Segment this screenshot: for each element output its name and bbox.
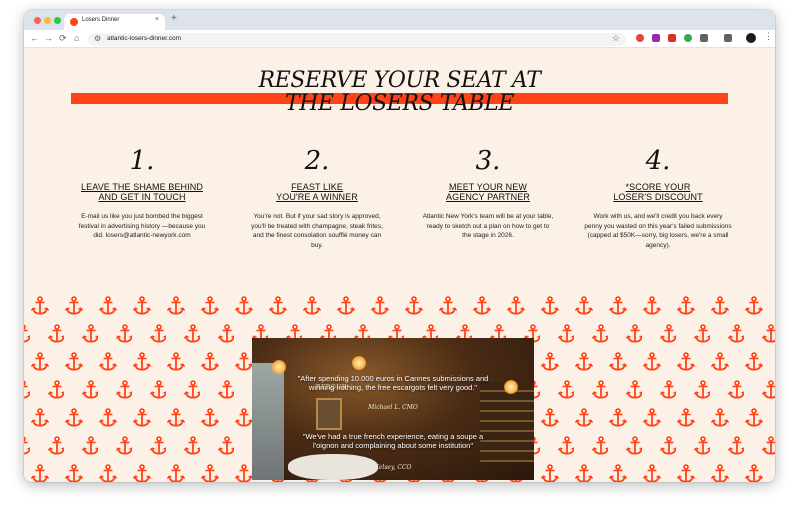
maximize-window-button[interactable]	[54, 17, 61, 24]
browser-tab[interactable]: Losers Dinner ×	[64, 14, 165, 30]
restaurant-photo: REBOUR "After spending 10.000 euros in C…	[252, 338, 534, 480]
step-heading-line1: FEAST LIKE	[291, 182, 343, 192]
step-heading-line2: AND GET IN TOUCH	[98, 192, 186, 202]
step-heading-line2: YOU'RE A WINNER	[276, 192, 358, 202]
photo-lamp	[352, 356, 366, 370]
step-heading[interactable]: *SCORE YOUR LOSER'S DISCOUNT	[578, 182, 738, 202]
step-heading-line1: *SCORE YOUR	[625, 182, 691, 192]
testimonial-quote-1: "After spending 10.000 euros in Cannes s…	[297, 374, 489, 392]
photo-mirror	[316, 398, 342, 430]
step-4: 4. *SCORE YOUR LOSER'S DISCOUNT Work wit…	[578, 147, 738, 250]
step-heading[interactable]: FEAST LIKE YOU'RE A WINNER	[237, 182, 397, 202]
address-bar[interactable]: ⚙ atlantic-losers-dinner.com ☆	[88, 33, 626, 46]
step-body: Atlantic New York's team will be at your…	[422, 213, 554, 239]
hero-title-line1: RESERVE YOUR SEAT AT	[258, 68, 541, 93]
favicon-icon	[70, 18, 78, 26]
step-number: 3.	[475, 146, 501, 176]
extension-red-icon[interactable]	[636, 34, 644, 42]
step-2: 2. FEAST LIKE YOU'RE A WINNER You're not…	[237, 147, 397, 250]
testimonial-signature-2: Kelsey, CCO	[374, 464, 412, 471]
extension-pdf-icon[interactable]	[668, 34, 676, 42]
hero-title-line2: THE LOSERS TABLE	[284, 91, 515, 116]
step-body: E-mail us like you just bombed the bigge…	[78, 213, 206, 239]
url-text: atlantic-losers-dinner.com	[107, 35, 182, 42]
hero-title: RESERVE YOUR SEAT AT THE LOSERS TABLE	[24, 69, 775, 115]
back-icon[interactable]: ←	[30, 33, 39, 44]
step-1: 1. LEAVE THE SHAME BEHIND AND GET IN TOU…	[62, 147, 222, 241]
extension-purple-icon[interactable]	[652, 34, 660, 42]
step-heading-line1: LEAVE THE SHAME BEHIND	[81, 182, 203, 192]
page-content: RESERVE YOUR SEAT AT THE LOSERS TABLE 1.…	[24, 48, 775, 482]
step-heading[interactable]: MEET YOUR NEW AGENCY PARTNER	[408, 182, 568, 202]
testimonial-signature-1: Michael L. CMO	[368, 404, 418, 411]
step-number: 4.	[645, 146, 671, 176]
home-icon[interactable]: ⌂	[74, 33, 79, 44]
tab-title: Losers Dinner	[82, 17, 120, 23]
title-bar: Losers Dinner × +	[24, 10, 775, 30]
step-heading[interactable]: LEAVE THE SHAME BEHIND AND GET IN TOUCH	[62, 182, 222, 202]
step-body: You're not. But if your sad story is app…	[251, 213, 383, 249]
photo-shelf	[480, 382, 534, 462]
new-tab-icon[interactable]: +	[171, 13, 177, 24]
side-panel-icon[interactable]	[724, 34, 732, 42]
browser-toolbar: ← → ⟳ ⌂ ⚙ atlantic-losers-dinner.com ☆ ⋮	[24, 30, 775, 48]
site-info-icon[interactable]: ⚙	[94, 34, 101, 43]
extension-drive-icon[interactable]	[684, 34, 692, 42]
close-window-button[interactable]	[34, 17, 41, 24]
step-heading-line1: MEET YOUR NEW	[449, 182, 527, 192]
extension-puzzle-icon[interactable]	[700, 34, 708, 42]
step-number: 2.	[304, 146, 330, 176]
browser-window: Losers Dinner × + ← → ⟳ ⌂ ⚙ atlantic-los…	[24, 10, 775, 482]
reload-icon[interactable]: ⟳	[59, 33, 67, 44]
bookmark-star-icon[interactable]: ☆	[612, 33, 620, 44]
browser-menu-icon[interactable]: ⋮	[764, 31, 773, 42]
forward-icon[interactable]: →	[44, 33, 53, 44]
tab-close-icon[interactable]: ×	[155, 16, 159, 23]
minimize-window-button[interactable]	[44, 17, 51, 24]
step-number: 1.	[129, 146, 155, 176]
testimonial-quote-2: "We've had a true french experience, eat…	[302, 432, 484, 450]
step-body: Work with us, and we'll credit you back …	[584, 213, 732, 249]
step-heading-line2: AGENCY PARTNER	[446, 192, 530, 202]
profile-avatar[interactable]	[746, 33, 756, 43]
photo-lamp	[272, 360, 286, 374]
step-3: 3. MEET YOUR NEW AGENCY PARTNER Atlantic…	[408, 147, 568, 241]
step-heading-line2: LOSER'S DISCOUNT	[613, 192, 703, 202]
